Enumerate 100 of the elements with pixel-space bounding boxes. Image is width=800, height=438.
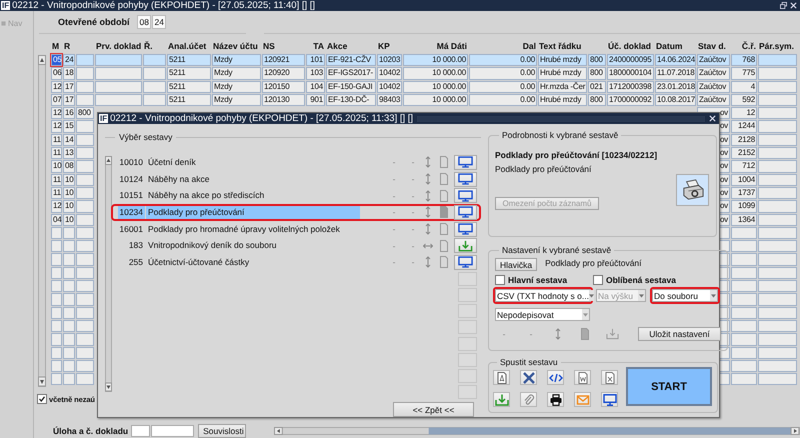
- output-button[interactable]: [601, 392, 618, 407]
- table-cell[interactable]: [76, 186, 94, 200]
- table-cell[interactable]: [731, 346, 757, 359]
- table-cell[interactable]: [143, 94, 166, 106]
- column-header[interactable]: Úč. doklad: [607, 39, 654, 53]
- document-field[interactable]: [151, 425, 194, 437]
- table-cell[interactable]: [63, 253, 75, 266]
- column-header[interactable]: R: [63, 39, 75, 53]
- table-cell[interactable]: [76, 253, 94, 266]
- table-cell[interactable]: [76, 293, 94, 306]
- run-report-button[interactable]: [454, 254, 477, 270]
- column-header[interactable]: M: [51, 39, 62, 53]
- table-cell[interactable]: [731, 253, 757, 266]
- empty-button[interactable]: [458, 304, 477, 318]
- table-cell[interactable]: [758, 67, 797, 80]
- report-number[interactable]: 10124: [118, 172, 145, 186]
- dropdown[interactable]: Do souboru: [652, 289, 718, 302]
- table-cell[interactable]: 18: [63, 67, 75, 80]
- table-cell[interactable]: 11: [51, 174, 62, 186]
- column-header[interactable]: Dal: [469, 39, 537, 53]
- table-cell[interactable]: 23.01.2018: [655, 80, 696, 93]
- table-cell[interactable]: Zaúčtov: [697, 80, 730, 93]
- table-cell[interactable]: [758, 293, 797, 306]
- output-button[interactable]: [520, 370, 537, 385]
- table-cell[interactable]: [731, 333, 757, 346]
- table-cell[interactable]: [143, 67, 166, 80]
- table-cell[interactable]: 5211: [167, 54, 211, 66]
- table-cell[interactable]: 13: [63, 147, 75, 160]
- table-cell[interactable]: [731, 306, 757, 319]
- table-cell[interactable]: [758, 80, 797, 93]
- table-cell[interactable]: [76, 373, 94, 386]
- year-field[interactable]: 24: [152, 14, 166, 28]
- table-cell[interactable]: 05: [51, 54, 62, 66]
- table-cell[interactable]: 901: [306, 94, 325, 106]
- table-cell[interactable]: 768: [731, 54, 757, 66]
- table-cell[interactable]: [758, 200, 797, 213]
- table-cell[interactable]: 2400000095: [607, 54, 654, 66]
- table-cell[interactable]: 0.00: [469, 54, 537, 66]
- column-header[interactable]: Má Dáti: [403, 39, 468, 53]
- table-cell[interactable]: 0.00: [469, 94, 537, 106]
- empty-button[interactable]: [458, 320, 477, 334]
- checkbox[interactable]: [37, 394, 47, 404]
- start-button[interactable]: START: [626, 367, 712, 406]
- column-header[interactable]: Anal.účet: [167, 39, 211, 53]
- back-button[interactable]: << Zpět <<: [393, 402, 474, 418]
- table-cell[interactable]: [51, 240, 62, 252]
- column-header[interactable]: Akce: [326, 39, 376, 53]
- table-cell[interactable]: [731, 293, 757, 306]
- report-number[interactable]: 255: [118, 256, 145, 269]
- table-cell[interactable]: 592: [731, 94, 757, 106]
- table-cell[interactable]: [76, 160, 94, 173]
- table-cell[interactable]: [51, 226, 62, 240]
- column-header[interactable]: Prv. doklad: [95, 39, 142, 53]
- table-cell[interactable]: [76, 346, 94, 359]
- table-cell[interactable]: [143, 54, 166, 66]
- table-cell[interactable]: [95, 80, 142, 93]
- table-cell[interactable]: 1712000398: [607, 80, 654, 93]
- table-cell[interactable]: 17: [63, 94, 75, 106]
- table-cell[interactable]: 1004: [731, 174, 757, 186]
- table-cell[interactable]: Mzdy: [212, 54, 261, 66]
- table-cell[interactable]: 0.00: [469, 67, 537, 80]
- table-cell[interactable]: Zaúčtov: [697, 54, 730, 66]
- table-cell[interactable]: 10.08.2017: [655, 94, 696, 106]
- table-cell[interactable]: 10: [63, 200, 75, 213]
- table-cell[interactable]: 07: [51, 94, 62, 106]
- column-header[interactable]: Pár.sym.: [758, 39, 797, 53]
- table-cell[interactable]: 800: [588, 54, 606, 66]
- table-cell[interactable]: [51, 266, 62, 280]
- table-cell[interactable]: [758, 94, 797, 106]
- table-cell[interactable]: 10 000.00: [403, 54, 468, 66]
- scroll-bar[interactable]: [38, 55, 46, 387]
- column-header[interactable]: Datum: [655, 39, 696, 53]
- table-cell[interactable]: Mzdy: [212, 80, 261, 93]
- table-cell[interactable]: 104: [306, 80, 325, 93]
- table-cell[interactable]: 11: [51, 186, 62, 200]
- table-cell[interactable]: [758, 134, 797, 146]
- column-header[interactable]: KP: [377, 39, 402, 53]
- output-button[interactable]: [547, 392, 564, 407]
- table-cell[interactable]: 11.07.2018: [655, 67, 696, 80]
- table-cell[interactable]: [758, 253, 797, 266]
- table-cell[interactable]: [51, 346, 62, 359]
- table-cell[interactable]: Mzdy: [212, 67, 261, 80]
- table-cell[interactable]: [76, 54, 94, 66]
- table-cell[interactable]: [76, 120, 94, 133]
- dropdown[interactable]: CSV (TXT hodnoty s o...: [495, 289, 591, 302]
- related-button[interactable]: Souvislosti: [198, 424, 246, 438]
- table-cell[interactable]: [758, 266, 797, 280]
- close-icon[interactable]: [709, 115, 716, 122]
- table-cell[interactable]: 120920: [262, 67, 305, 80]
- table-cell[interactable]: [51, 253, 62, 266]
- table-cell[interactable]: 10: [63, 174, 75, 186]
- table-cell[interactable]: [731, 266, 757, 280]
- report-list-item[interactable]: Podklady pro přeúčtování: [146, 206, 360, 219]
- table-cell[interactable]: [76, 214, 94, 226]
- column-header[interactable]: Ř.: [143, 39, 166, 53]
- table-cell[interactable]: [76, 67, 94, 80]
- table-cell[interactable]: EF-IGS2017-: [326, 67, 376, 80]
- table-cell[interactable]: 800: [76, 107, 94, 120]
- run-report-button[interactable]: [454, 172, 477, 187]
- table-cell[interactable]: [758, 373, 797, 386]
